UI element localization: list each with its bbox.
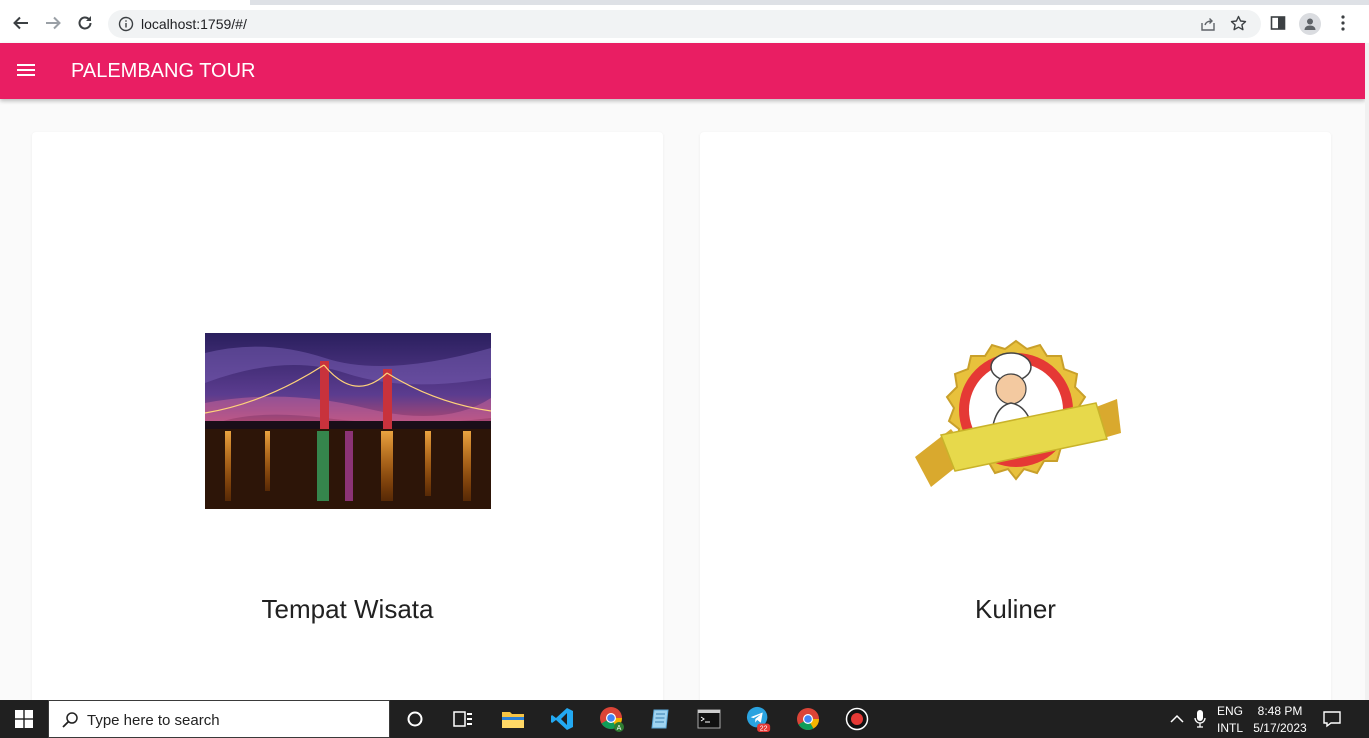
file-explorer-icon[interactable]	[500, 707, 526, 731]
chef-badge-illustration	[915, 339, 1121, 487]
site-info-icon[interactable]	[118, 16, 134, 37]
notification-center-icon[interactable]	[1319, 707, 1345, 731]
side-panel-icon[interactable]	[1270, 15, 1286, 36]
scrollbar[interactable]	[1365, 43, 1369, 700]
chrome-icon[interactable]	[795, 707, 821, 731]
task-view-icon[interactable]	[450, 707, 476, 731]
cortana-icon[interactable]	[402, 707, 428, 731]
bridge-photo	[205, 333, 491, 509]
taskbar-search-box[interactable]: Type here to search	[48, 700, 390, 738]
share-icon[interactable]	[1200, 16, 1216, 37]
clock-date[interactable]: 5/17/2023	[1252, 721, 1308, 735]
back-icon[interactable]	[10, 12, 32, 34]
hamburger-menu-icon[interactable]	[16, 61, 38, 81]
url-text[interactable]: localhost:1759/#/	[141, 16, 247, 32]
vscode-icon[interactable]	[549, 707, 575, 731]
app-bar: PALEMBANG TOUR	[0, 43, 1365, 99]
tab-strip	[0, 0, 1369, 5]
screen-recorder-icon[interactable]	[844, 707, 870, 731]
browser-menu-icon[interactable]	[1336, 14, 1350, 37]
card-label[interactable]: Tempat Wisata	[32, 594, 663, 625]
chrome-profile-icon[interactable]: A	[599, 707, 625, 732]
app-title: PALEMBANG TOUR	[71, 60, 256, 82]
reload-icon[interactable]	[74, 12, 96, 34]
telegram-icon[interactable]: 22	[746, 706, 772, 733]
keyboard-layout[interactable]: INTL	[1212, 721, 1248, 735]
forward-icon[interactable]	[42, 12, 64, 34]
search-placeholder[interactable]: Type here to search	[87, 712, 220, 729]
card-tempat-wisata[interactable]: Tempat Wisata	[32, 132, 663, 712]
windows-taskbar: Type here to search A 22 ENG INTL 8:48 P…	[0, 700, 1369, 738]
browser-toolbar: localhost:1759/#/	[0, 0, 1369, 43]
address-bar[interactable]: localhost:1759/#/	[108, 10, 1261, 38]
windows-start-icon[interactable]	[0, 700, 48, 738]
search-icon	[61, 711, 79, 734]
notepad-app-icon[interactable]	[647, 707, 673, 731]
bookmark-star-icon[interactable]	[1230, 15, 1247, 37]
card-kuliner[interactable]: Kuliner	[700, 132, 1331, 712]
terminal-icon[interactable]	[696, 707, 722, 731]
active-tab[interactable]	[0, 0, 250, 5]
profile-avatar-icon[interactable]	[1299, 13, 1321, 35]
microphone-icon[interactable]	[1187, 707, 1213, 731]
language-code[interactable]: ENG	[1212, 704, 1248, 718]
card-label[interactable]: Kuliner	[700, 594, 1331, 625]
clock-time[interactable]: 8:48 PM	[1252, 704, 1308, 718]
telegram-badge: 22	[760, 726, 768, 733]
svg-text:A: A	[617, 725, 622, 732]
